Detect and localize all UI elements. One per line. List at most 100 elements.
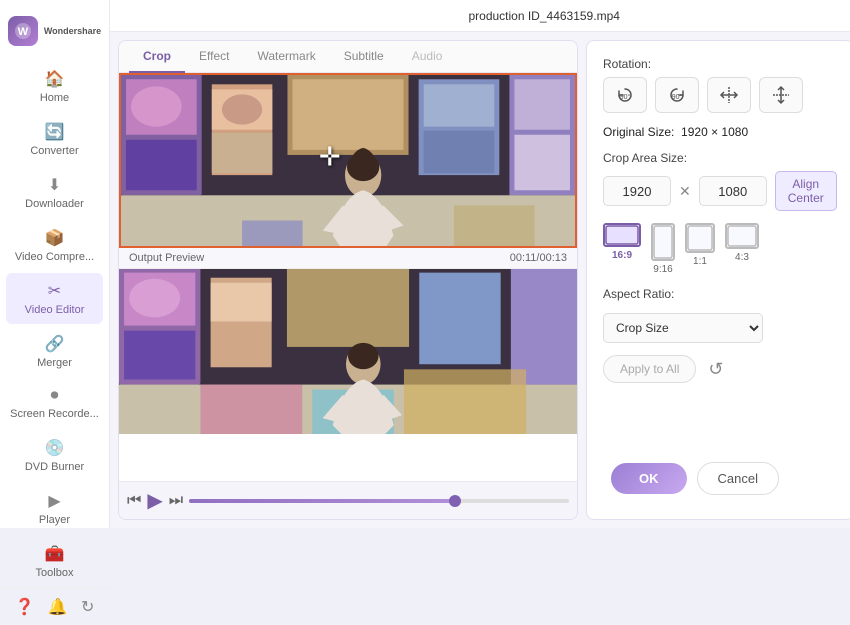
aspect-preset-1-1[interactable]: 1:1 — [685, 223, 715, 275]
sidebar-item-compress-label: Video Compre... — [15, 251, 94, 263]
progress-fill — [189, 499, 455, 503]
notification-icon[interactable]: 🔔 — [48, 597, 68, 617]
size-separator: ✕ — [679, 183, 691, 200]
aspect-label-4-3: 4:3 — [735, 252, 749, 263]
flip-vertical-button[interactable] — [759, 77, 803, 113]
aspect-preset-4-3[interactable]: 4:3 — [725, 223, 759, 275]
crop-width-input[interactable] — [603, 176, 671, 206]
crop-area-section: Crop Area Size: ✕ Align Center — [603, 151, 837, 211]
titlebar: production ID_4463159.mp4 ≡ — □ ✕ — [110, 0, 850, 32]
apply-all-button: Apply to All — [603, 355, 696, 383]
crop-height-input[interactable] — [699, 176, 767, 206]
reset-button[interactable]: ↺ — [708, 359, 723, 380]
window-title: production ID_4463159.mp4 — [180, 9, 850, 23]
tab-crop[interactable]: Crop — [129, 41, 185, 73]
video-panel: Crop Effect Watermark Subtitle Audio — [118, 40, 578, 520]
svg-text:90°: 90° — [620, 93, 631, 101]
sidebar-item-merger[interactable]: 🔗 Merger — [6, 326, 103, 377]
sidebar-item-downloader[interactable]: ⬇ Downloader — [6, 167, 103, 218]
crop-size-row: ✕ Align Center — [603, 171, 837, 211]
home-icon: 🏠 — [45, 69, 65, 89]
original-size-row: Original Size: 1920 × 1080 — [603, 125, 837, 139]
sidebar-item-toolbox[interactable]: 🧰 Toolbox — [6, 536, 103, 587]
skip-back-button[interactable]: ⏮ — [127, 492, 141, 510]
sidebar-item-home-label: Home — [40, 92, 69, 104]
dialog-area: Crop Effect Watermark Subtitle Audio — [110, 32, 850, 528]
tab-subtitle[interactable]: Subtitle — [330, 41, 398, 73]
video-editor-icon: ✂ — [48, 281, 61, 301]
ok-cancel-row: OK Cancel — [603, 454, 837, 503]
align-center-button[interactable]: Align Center — [775, 171, 837, 211]
aspect-presets-section: 16:9 9:16 — [603, 223, 837, 275]
sidebar-item-video-editor[interactable]: ✂ Video Editor — [6, 273, 103, 324]
sidebar-item-screen-recorder[interactable]: ⏺ Screen Recorde... — [6, 379, 103, 428]
refresh-icon[interactable]: ↻ — [81, 597, 94, 617]
editor-tabs: Crop Effect Watermark Subtitle Audio — [119, 41, 577, 73]
crop-sections: Rotation: 90° — [603, 57, 837, 383]
crop-area-label: Crop Area Size: — [603, 151, 837, 165]
video-preview-bottom — [119, 269, 577, 481]
ok-button[interactable]: OK — [611, 463, 687, 494]
cancel-button[interactable]: Cancel — [697, 462, 779, 495]
output-preview-bar: Output Preview 00:11/00:13 — [119, 248, 577, 269]
flip-horizontal-button[interactable] — [707, 77, 751, 113]
sidebar-item-toolbox-label: Toolbox — [36, 567, 74, 579]
playback-controls: ⏮ ▶ ⏭ — [119, 481, 577, 519]
logo-icon: W — [8, 16, 38, 46]
sidebar-item-converter[interactable]: 🔄 Converter — [6, 114, 103, 165]
aspect-icon-1-1 — [685, 223, 715, 253]
aspect-icon-9-16 — [651, 223, 675, 261]
converter-icon: 🔄 — [45, 122, 65, 142]
timecode: 00:11/00:13 — [510, 252, 567, 264]
skip-forward-button[interactable]: ⏭ — [169, 492, 183, 510]
svg-text:W: W — [18, 26, 29, 38]
sidebar-item-home[interactable]: 🏠 Home — [6, 61, 103, 112]
rotation-label: Rotation: — [603, 57, 837, 71]
sidebar-item-player[interactable]: ▶ Player — [6, 483, 103, 534]
output-preview-label: Output Preview — [129, 252, 204, 264]
sidebar-item-dvd[interactable]: 💿 DVD Burner — [6, 430, 103, 481]
original-size-label: Original Size: — [603, 125, 674, 139]
progress-thumb — [449, 495, 461, 507]
sidebar-item-dvd-label: DVD Burner — [25, 461, 84, 473]
sidebar-bottom: ❓ 🔔 ↻ — [0, 588, 109, 625]
sidebar-item-compress[interactable]: 📦 Video Compre... — [6, 220, 103, 271]
top-video-frame — [121, 75, 575, 248]
aspect-ratio-select[interactable]: Crop Size 16:9 9:16 1:1 4:3 21:9 — [603, 313, 763, 343]
rotation-row: 90° 90° — [603, 77, 837, 113]
crop-crosshair: ✛ — [319, 142, 341, 173]
aspect-presets: 16:9 9:16 — [603, 223, 837, 275]
aspect-preset-16-9[interactable]: 16:9 — [603, 223, 641, 275]
aspect-icon-4-3 — [725, 223, 759, 249]
sidebar-item-merger-label: Merger — [37, 357, 72, 369]
play-button[interactable]: ▶ — [147, 488, 162, 513]
bottom-actions: Apply to All ↺ — [603, 355, 837, 383]
app-logo: W Wondershare — [0, 8, 109, 60]
rotate-cw-button[interactable]: 90° — [655, 77, 699, 113]
tab-audio: Audio — [398, 41, 457, 73]
main-content: production ID_4463159.mp4 ≡ — □ ✕ Crop E… — [110, 0, 850, 528]
toolbox-icon: 🧰 — [45, 544, 65, 564]
rotate-ccw-button[interactable]: 90° — [603, 77, 647, 113]
progress-bar[interactable] — [189, 499, 569, 503]
help-icon[interactable]: ❓ — [15, 597, 35, 617]
crop-panel: Rotation: 90° — [586, 40, 850, 520]
compress-icon: 📦 — [45, 228, 65, 248]
sidebar-item-screen-recorder-label: Screen Recorde... — [10, 408, 99, 420]
player-icon: ▶ — [48, 491, 60, 511]
tab-watermark[interactable]: Watermark — [243, 41, 329, 73]
bottom-video-frame — [119, 269, 577, 434]
svg-text:90°: 90° — [672, 93, 683, 101]
rotation-section: Rotation: 90° — [603, 57, 837, 113]
sidebar-item-video-editor-label: Video Editor — [25, 304, 85, 316]
merger-icon: 🔗 — [45, 334, 65, 354]
tab-effect[interactable]: Effect — [185, 41, 243, 73]
sidebar: W Wondershare 🏠 Home 🔄 Converter ⬇ Downl… — [0, 0, 110, 528]
app-name: Wondershare — [44, 26, 101, 37]
sidebar-item-converter-label: Converter — [30, 145, 78, 157]
sidebar-item-player-label: Player — [39, 514, 70, 526]
aspect-ratio-label: Aspect Ratio: — [603, 287, 837, 301]
aspect-preset-9-16[interactable]: 9:16 — [651, 223, 675, 275]
screen-recorder-icon: ⏺ — [50, 387, 58, 405]
aspect-ratio-section: Aspect Ratio: Crop Size 16:9 9:16 1:1 4:… — [603, 287, 837, 343]
